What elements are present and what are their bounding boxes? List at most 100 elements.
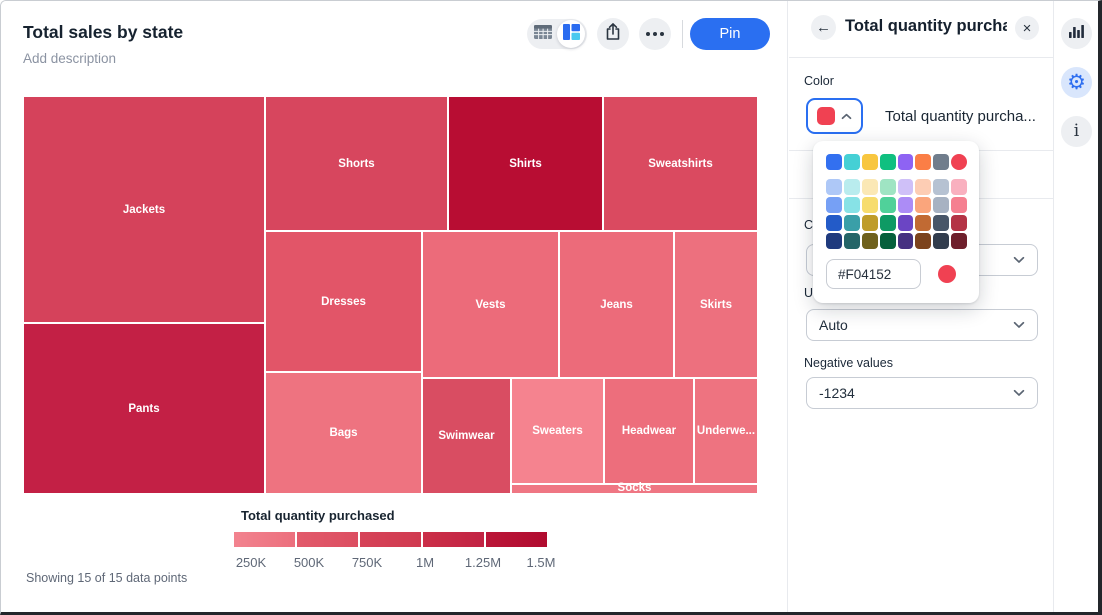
palette-swatch[interactable] (933, 197, 949, 213)
palette-swatch[interactable] (951, 154, 967, 170)
palette-swatch[interactable] (951, 233, 967, 249)
tile-label: Dresses (321, 296, 366, 308)
treemap-tile[interactable]: Jackets (23, 96, 265, 323)
palette-swatch[interactable] (898, 179, 914, 195)
negative-values-label: Negative values (804, 356, 893, 370)
palette-row (826, 154, 967, 170)
treemap-tile[interactable]: Pants (23, 323, 265, 494)
treemap-tile[interactable]: Shorts (265, 96, 448, 231)
toolbar-divider (682, 20, 683, 48)
color-field-value: Total quantity purcha... (885, 108, 1036, 125)
palette-swatch[interactable] (915, 179, 931, 195)
palette-swatch[interactable] (844, 197, 860, 213)
palette-swatch[interactable] (951, 215, 967, 231)
format-settings-button[interactable]: ⚙ (1061, 67, 1092, 98)
treemap-tile[interactable]: Socks (511, 484, 758, 494)
palette-swatch[interactable] (862, 215, 878, 231)
palette-swatch[interactable] (933, 179, 949, 195)
hex-input[interactable] (826, 259, 921, 289)
tile-label: Jackets (123, 204, 165, 216)
tile-label: Socks (618, 482, 652, 494)
palette-swatch[interactable] (844, 179, 860, 195)
palette-swatch[interactable] (880, 179, 896, 195)
legend-tick: 500K (294, 555, 324, 570)
share-icon (605, 23, 621, 46)
legend-segment (297, 532, 358, 547)
page-title[interactable]: Total sales by state (23, 22, 183, 43)
back-button[interactable]: ← (811, 15, 836, 40)
palette-swatch[interactable] (898, 215, 914, 231)
palette-swatch[interactable] (826, 197, 842, 213)
treemap-tile[interactable]: Dresses (265, 231, 422, 372)
treemap-tile[interactable]: Skirts (674, 231, 758, 378)
palette-swatch[interactable] (862, 197, 878, 213)
add-description[interactable]: Add description (23, 51, 116, 66)
treemap-tile[interactable]: Vests (422, 231, 559, 378)
legend-segment (423, 532, 484, 547)
treemap-tile[interactable]: Jeans (559, 231, 674, 378)
tile-label: Swimwear (438, 430, 494, 442)
palette-swatch[interactable] (880, 197, 896, 213)
palette-swatch[interactable] (915, 197, 931, 213)
treemap-tile[interactable]: Sweatshirts (603, 96, 758, 231)
palette-swatch[interactable] (826, 215, 842, 231)
palette-swatch[interactable] (862, 154, 878, 170)
palette-swatch[interactable] (933, 154, 949, 170)
color-picker-popup (813, 141, 979, 303)
palette-swatch[interactable] (898, 154, 914, 170)
treemap-view-button[interactable] (557, 20, 585, 48)
palette-swatch[interactable] (826, 233, 842, 249)
palette-swatch[interactable] (880, 233, 896, 249)
right-icon-rail: ⚙ i (1053, 1, 1099, 613)
app-window: Total sales by state Add description (0, 0, 1102, 615)
treemap-tile[interactable]: Swimwear (422, 378, 511, 494)
palette-swatch[interactable] (880, 215, 896, 231)
palette-swatch[interactable] (915, 154, 931, 170)
palette-swatch[interactable] (915, 233, 931, 249)
close-panel-button[interactable]: × (1015, 16, 1039, 40)
palette-swatch[interactable] (898, 233, 914, 249)
info-button[interactable]: i (1061, 116, 1092, 147)
palette-swatch[interactable] (880, 154, 896, 170)
table-icon (534, 25, 552, 44)
close-icon: × (1023, 20, 1032, 37)
legend-segment (486, 532, 547, 547)
tile-label: Pants (128, 403, 159, 415)
palette-row (826, 215, 967, 231)
treemap-tile[interactable]: Headwear (604, 378, 694, 484)
palette-swatch[interactable] (826, 179, 842, 195)
more-options-button[interactable] (639, 18, 671, 50)
palette-grid (826, 154, 967, 249)
palette-swatch[interactable] (951, 179, 967, 195)
palette-swatch[interactable] (915, 215, 931, 231)
legend-ticks: 250K500K750K1M1.25M1.5M (234, 555, 547, 571)
palette-swatch[interactable] (862, 233, 878, 249)
chart-properties-button[interactable] (1061, 18, 1092, 49)
treemap-tile[interactable]: Sweaters (511, 378, 604, 484)
treemap-tile[interactable]: Underwe... (694, 378, 758, 484)
treemap-tile[interactable]: Shirts (448, 96, 603, 231)
palette-swatch[interactable] (862, 179, 878, 195)
format-auto-select[interactable]: Auto (806, 309, 1038, 341)
treemap-tile[interactable]: Bags (265, 372, 422, 494)
negative-values-select[interactable]: -1234 (806, 377, 1038, 409)
palette-row (826, 197, 967, 213)
palette-swatch[interactable] (844, 233, 860, 249)
palette-swatch[interactable] (844, 154, 860, 170)
legend-segment (234, 532, 295, 547)
pin-button[interactable]: Pin (690, 18, 770, 50)
table-view-button[interactable] (529, 20, 557, 48)
palette-swatch[interactable] (844, 215, 860, 231)
palette-swatch[interactable] (898, 197, 914, 213)
palette-swatch[interactable] (951, 197, 967, 213)
format-panel: ← Total quantity purcha × Color Total qu… (789, 1, 1053, 613)
palette-swatch[interactable] (933, 215, 949, 231)
palette-swatch[interactable] (826, 154, 842, 170)
legend-segment (360, 532, 421, 547)
tile-label: Sweatshirts (648, 158, 713, 170)
palette-swatch[interactable] (933, 233, 949, 249)
legend-tick: 250K (236, 555, 266, 570)
legend-tick: 1.25M (465, 555, 501, 570)
share-button[interactable] (597, 18, 629, 50)
color-swatch-button[interactable] (806, 98, 863, 134)
